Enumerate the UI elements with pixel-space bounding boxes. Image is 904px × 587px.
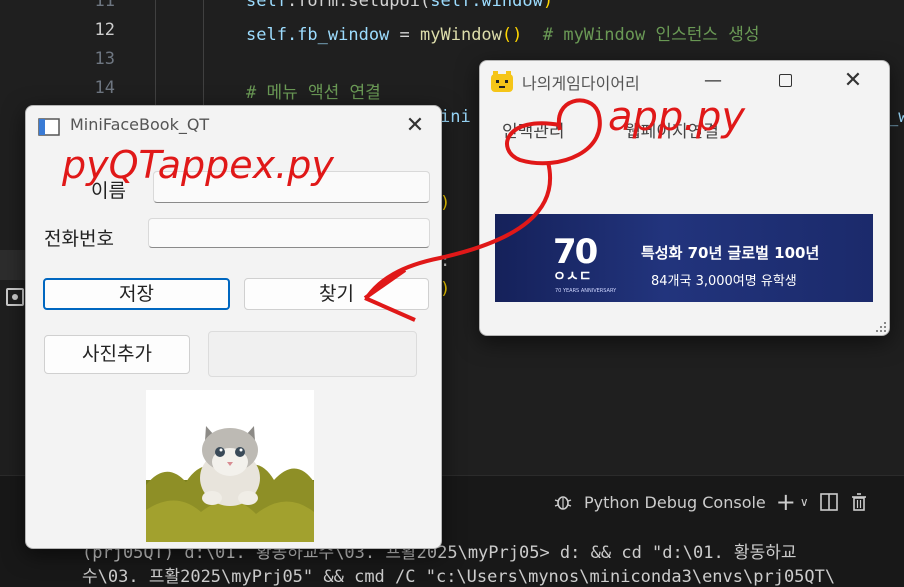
code-token: .form.setupUi( bbox=[286, 0, 431, 11]
terminal-toolbar: Python Debug Console + ∨ bbox=[552, 488, 869, 516]
code-token: self.window bbox=[430, 0, 543, 11]
game-diary-window[interactable]: 나의게임다이어리 — ✕ 인맥관리 웹페이지연결 70 ㅇㅅㄷ 70 YEARS… bbox=[479, 60, 890, 336]
kitten-photo bbox=[146, 390, 314, 542]
window-title: 나의게임다이어리 bbox=[522, 74, 640, 93]
menu-webpage-link[interactable]: 웹페이지연결 bbox=[625, 117, 719, 142]
maximize-icon bbox=[778, 74, 792, 87]
title-bar[interactable]: 나의게임다이어리 — ✕ bbox=[480, 61, 889, 101]
debug-console-label[interactable]: Python Debug Console bbox=[584, 493, 766, 512]
banner-sub-logo: ㅇㅅㄷ bbox=[553, 269, 592, 285]
code-line-14[interactable]: # 메뉴 액션 연결 bbox=[246, 78, 381, 103]
qt-window-icon bbox=[38, 118, 60, 136]
find-button[interactable]: 찾기 bbox=[244, 278, 429, 310]
new-terminal-button[interactable]: + bbox=[776, 488, 796, 516]
debug-bug-icon bbox=[554, 496, 572, 510]
minimize-button[interactable]: — bbox=[698, 67, 728, 95]
add-photo-button[interactable]: 사진추가 bbox=[44, 335, 190, 374]
phone-label: 전화번호 bbox=[44, 228, 114, 250]
resize-grip-icon[interactable] bbox=[876, 322, 886, 332]
title-bar[interactable]: MiniFaceBook_QT ✕ bbox=[26, 106, 441, 146]
code-line-11[interactable]: self.form.setupUi(self.window) bbox=[246, 0, 553, 11]
trash-icon[interactable] bbox=[849, 492, 869, 512]
activity-strip bbox=[0, 250, 28, 280]
code-token: self.fb_window bbox=[246, 25, 390, 45]
save-button[interactable]: 저장 bbox=[43, 278, 230, 310]
minifacebook-window[interactable]: MiniFaceBook_QT ✕ 이름 전화번호 저장 찾기 사진추가 bbox=[25, 105, 442, 549]
app-face-icon bbox=[491, 71, 513, 92]
banner-anniversary: 70 YEARS ANNIVERSARY bbox=[555, 288, 617, 294]
banner-students: 84개국 3,000여명 유학생 bbox=[651, 274, 797, 289]
code-token: ) bbox=[542, 0, 554, 11]
phone-input[interactable] bbox=[148, 218, 430, 248]
record-icon[interactable] bbox=[6, 288, 24, 306]
close-button[interactable]: ✕ bbox=[838, 67, 868, 95]
code-comment: # 메뉴 액션 연결 bbox=[246, 83, 381, 103]
line-number-active: 12 bbox=[94, 20, 115, 40]
code-fragment: _w bbox=[888, 107, 904, 127]
code-token: myWindow bbox=[420, 25, 502, 45]
photo-path-button[interactable] bbox=[208, 331, 417, 377]
name-label: 이름 bbox=[91, 180, 126, 202]
code-line-12[interactable]: self.fb_window = myWindow() # myWindow 인… bbox=[246, 20, 760, 45]
code-token: () bbox=[501, 25, 523, 45]
close-button[interactable]: ✕ bbox=[400, 112, 430, 140]
line-number: 14 bbox=[94, 78, 115, 98]
anniversary-banner: 70 ㅇㅅㄷ 70 YEARS ANNIVERSARY 특성화 70년 글로벌 … bbox=[495, 214, 873, 302]
window-title: MiniFaceBook_QT bbox=[70, 115, 210, 134]
banner-slogan: 특성화 70년 글로벌 100년 bbox=[641, 244, 820, 262]
code-token: self bbox=[246, 0, 287, 11]
code-comment: # myWindow 인스턴스 생성 bbox=[522, 25, 760, 45]
maximize-button[interactable] bbox=[770, 67, 800, 95]
split-terminal-icon[interactable] bbox=[819, 492, 839, 512]
code-fragment: ini bbox=[440, 107, 471, 127]
menu-contacts[interactable]: 인맥관리 bbox=[502, 117, 565, 142]
terminal-dropdown-icon[interactable]: ∨ bbox=[800, 495, 809, 509]
code-token: = bbox=[389, 25, 421, 45]
name-input[interactable] bbox=[153, 171, 430, 203]
line-number: 13 bbox=[94, 49, 115, 69]
line-number: 11 bbox=[94, 0, 115, 11]
terminal-output-line: 수\03. 프활2025\myPrj05" && cmd /C "c:\User… bbox=[82, 567, 836, 587]
